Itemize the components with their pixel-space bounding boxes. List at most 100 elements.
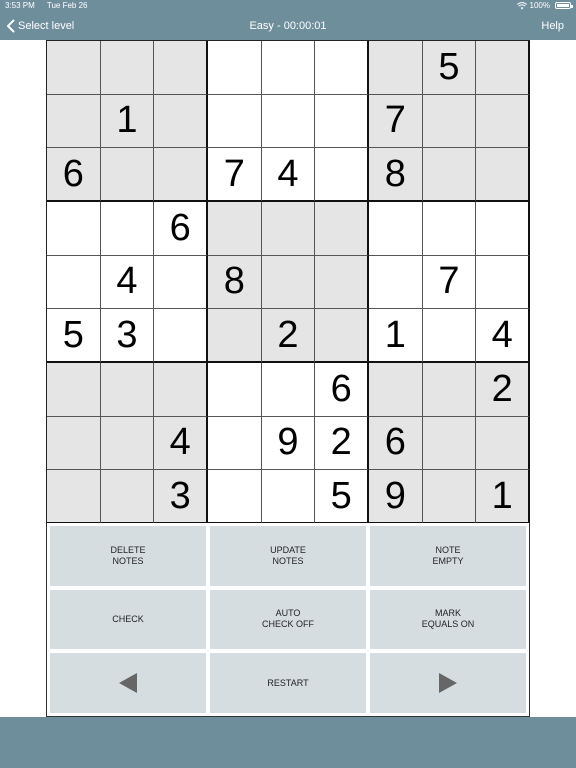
cell-r9-c3[interactable]: 3 <box>154 470 208 524</box>
cell-r6-c5[interactable]: 2 <box>261 309 316 363</box>
cell-r6-c3[interactable] <box>154 309 208 363</box>
restart-button[interactable]: RESTART <box>210 653 366 713</box>
cell-r1-c3[interactable] <box>154 41 208 95</box>
cell-r8-c6[interactable]: 2 <box>315 416 369 471</box>
status-time: 3:53 PM <box>5 1 35 10</box>
cell-r3-c8[interactable] <box>422 148 477 202</box>
auto-check-label-line-1: AUTO <box>275 608 301 619</box>
delete-notes-label-line-2: NOTES <box>112 555 144 566</box>
cell-r9-c7[interactable]: 9 <box>369 470 423 524</box>
restart-label: RESTART <box>267 677 309 688</box>
cell-r5-c1[interactable] <box>47 255 101 310</box>
cell-r3-c7[interactable]: 8 <box>369 148 423 202</box>
cell-r1-c2[interactable] <box>100 41 155 95</box>
cell-r2-c4[interactable] <box>208 94 262 149</box>
cell-r2-c3[interactable] <box>154 94 208 149</box>
cell-r3-c4[interactable]: 7 <box>208 148 262 202</box>
cell-r9-c9[interactable]: 1 <box>476 470 530 524</box>
cell-r5-c3[interactable] <box>154 255 208 310</box>
cell-r3-c3[interactable] <box>154 148 208 202</box>
cell-r9-c6[interactable]: 5 <box>315 470 369 524</box>
previous-button[interactable] <box>50 653 206 713</box>
cell-r8-c3[interactable]: 4 <box>154 416 208 471</box>
cell-r8-c5[interactable]: 9 <box>261 416 316 471</box>
cell-r7-c1[interactable] <box>47 363 101 417</box>
note-empty-button[interactable]: NOTE EMPTY <box>370 526 526 586</box>
cell-r3-c2[interactable] <box>100 148 155 202</box>
cell-r1-c7[interactable] <box>369 41 423 95</box>
cell-r9-c4[interactable] <box>208 470 262 524</box>
cell-r5-c6[interactable] <box>315 255 369 310</box>
cell-r6-c1[interactable]: 5 <box>47 309 101 363</box>
cell-r1-c1[interactable] <box>47 41 101 95</box>
cell-r1-c6[interactable] <box>315 41 369 95</box>
cell-r4-c1[interactable] <box>47 202 101 256</box>
help-button[interactable]: Help <box>541 12 564 40</box>
next-button[interactable] <box>370 653 526 713</box>
check-button[interactable]: CHECK <box>50 589 206 650</box>
cell-r2-c9[interactable] <box>476 94 530 149</box>
cell-r6-c9[interactable]: 4 <box>476 309 530 363</box>
cell-r8-c1[interactable] <box>47 416 101 471</box>
cell-r4-c5[interactable] <box>261 202 316 256</box>
cell-r5-c7[interactable] <box>369 255 423 310</box>
cell-r6-c6[interactable] <box>315 309 369 363</box>
cell-r4-c7[interactable] <box>369 202 423 256</box>
mark-equals-button[interactable]: MARK EQUALS ON <box>370 589 526 650</box>
update-notes-label-line-1: UPDATE <box>270 544 306 555</box>
cell-r4-c9[interactable] <box>476 202 530 256</box>
cell-r8-c8[interactable] <box>422 416 477 471</box>
cell-r7-c2[interactable] <box>100 363 155 417</box>
cell-r5-c2[interactable]: 4 <box>100 255 155 310</box>
cell-r3-c1[interactable]: 6 <box>47 148 101 202</box>
cell-r3-c6[interactable] <box>315 148 369 202</box>
nav-bar: Select level Easy - 00:00:01 Help <box>0 12 576 40</box>
cell-r7-c7[interactable] <box>369 363 423 417</box>
cell-r3-c9[interactable] <box>476 148 530 202</box>
cell-r6-c7[interactable]: 1 <box>369 309 423 363</box>
cell-r5-c5[interactable] <box>261 255 316 310</box>
cell-r9-c5[interactable] <box>261 470 316 524</box>
cell-r2-c7[interactable]: 7 <box>369 94 423 149</box>
update-notes-button[interactable]: UPDATE NOTES <box>210 526 366 586</box>
cell-r2-c6[interactable] <box>315 94 369 149</box>
cell-r9-c8[interactable] <box>422 470 477 524</box>
cell-r8-c2[interactable] <box>100 416 155 471</box>
cell-r2-c5[interactable] <box>261 94 316 149</box>
cell-r1-c4[interactable] <box>208 41 262 95</box>
cell-r6-c2[interactable]: 3 <box>100 309 155 363</box>
cell-r4-c2[interactable] <box>100 202 155 256</box>
cell-r1-c8[interactable]: 5 <box>422 41 477 95</box>
back-button[interactable]: Select level <box>6 12 74 40</box>
cell-r7-c6[interactable]: 6 <box>315 363 369 417</box>
cell-r7-c3[interactable] <box>154 363 208 417</box>
cell-r1-c9[interactable] <box>476 41 530 95</box>
auto-check-button[interactable]: AUTO CHECK OFF <box>210 589 366 650</box>
cell-r8-c9[interactable] <box>476 416 530 471</box>
cell-r2-c2[interactable]: 1 <box>100 94 155 149</box>
status-bar: 3:53 PM Tue Feb 26 100% <box>0 0 576 12</box>
page-title: Easy - 00:00:01 <box>249 20 327 32</box>
cell-r3-c5[interactable]: 4 <box>261 148 316 202</box>
cell-r2-c8[interactable] <box>422 94 477 149</box>
cell-r5-c4[interactable]: 8 <box>208 255 262 310</box>
cell-r7-c5[interactable] <box>261 363 316 417</box>
cell-r5-c9[interactable] <box>476 255 530 310</box>
cell-r8-c7[interactable]: 6 <box>369 416 423 471</box>
cell-r8-c4[interactable] <box>208 416 262 471</box>
cell-r2-c1[interactable] <box>47 94 101 149</box>
cell-r9-c2[interactable] <box>100 470 155 524</box>
cell-r6-c4[interactable] <box>208 309 262 363</box>
cell-r7-c9[interactable]: 2 <box>476 363 530 417</box>
cell-r4-c6[interactable] <box>315 202 369 256</box>
cell-r4-c3[interactable]: 6 <box>154 202 208 256</box>
cell-r7-c4[interactable] <box>208 363 262 417</box>
cell-r4-c8[interactable] <box>422 202 477 256</box>
delete-notes-button[interactable]: DELETE NOTES <box>50 526 206 586</box>
cell-r4-c4[interactable] <box>208 202 262 256</box>
cell-r5-c8[interactable]: 7 <box>422 255 477 310</box>
cell-r6-c8[interactable] <box>422 309 477 363</box>
cell-r1-c5[interactable] <box>261 41 316 95</box>
cell-r9-c1[interactable] <box>47 470 101 524</box>
cell-r7-c8[interactable] <box>422 363 477 417</box>
